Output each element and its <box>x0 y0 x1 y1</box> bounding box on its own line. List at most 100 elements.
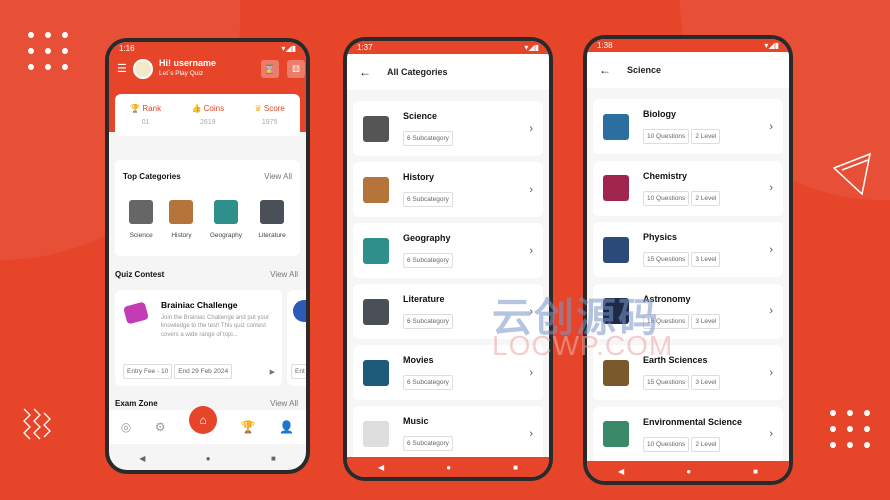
back-icon[interactable]: ◀ <box>378 463 384 472</box>
phone-home: 1:16 ▾◢▮ ☰ Hi! username Let`s Play Quiz ⌛… <box>105 38 310 474</box>
level-chip: 3 Level <box>691 375 721 390</box>
item-title: Music <box>403 416 429 426</box>
recents-icon[interactable]: ■ <box>271 454 276 463</box>
home-button-icon[interactable]: ● <box>686 467 691 476</box>
dots-decoration <box>28 32 68 70</box>
hourglass-icon[interactable]: ⌛ <box>261 60 279 78</box>
settings-icon[interactable]: ⚙ <box>155 420 166 434</box>
questions-chip: 10 Questions <box>643 190 690 206</box>
category-item[interactable]: Science <box>129 200 154 239</box>
list-item[interactable]: Environmental Science 10 Questions 2 Level… <box>593 406 783 462</box>
chevron-right-icon: › <box>529 183 533 196</box>
bottom-nav: ◎ ⚙ ⌂ 🏆 👤 <box>109 406 306 444</box>
subcategory-thumbnail <box>603 113 629 140</box>
system-nav: ◀ ● ■ <box>109 446 306 470</box>
entry-fee-chip: Ent <box>291 364 306 379</box>
watermark-url: LOCWP.COM <box>492 330 674 361</box>
chevron-right-icon: › <box>769 428 773 440</box>
category-label: History <box>171 232 192 239</box>
status-bar: 1:38 ▾◢▮ <box>587 39 789 52</box>
stat-score: ♛ Score 1975 <box>254 104 284 126</box>
category-item[interactable]: History <box>169 200 194 239</box>
view-all-link[interactable]: View All <box>270 270 298 279</box>
section-title: Quiz Contest <box>115 270 165 279</box>
questions-chip: 10 Questions <box>643 129 690 144</box>
category-item[interactable]: Geography <box>210 200 242 239</box>
coins-icon: 👍 <box>191 104 202 113</box>
stat-coins: 👍 Coins 2619 <box>191 104 224 126</box>
profile-icon[interactable]: 👤 <box>279 420 294 434</box>
level-chip: 2 Level <box>691 190 721 206</box>
stat-value: 1975 <box>261 119 278 126</box>
greeting: Hi! username <box>159 58 217 68</box>
entry-fee-chip: Entry Fee - 10 <box>123 364 173 379</box>
list-item[interactable]: Chemistry 10 Questions 2 Level › <box>593 160 783 216</box>
list-item[interactable]: History 6 Subcategory › <box>353 162 543 217</box>
triangle-decoration <box>832 152 872 196</box>
view-all-link[interactable]: View All <box>264 172 292 181</box>
phone-all-categories: 1:37 ▾◢▮ ← All Categories Science 6 Subcate… <box>343 37 553 481</box>
subcategory-chip: 6 Subcategory <box>403 314 453 329</box>
subcategory-thumbnail <box>603 236 629 263</box>
signal-icon: ▾◢▮ <box>281 44 296 53</box>
chevron-right-icon: › <box>529 427 533 440</box>
subcategory-chip: 6 Subcategory <box>403 253 453 268</box>
list-item[interactable]: Physics 15 Questions 3 Level › <box>593 222 783 277</box>
level-chip: 3 Level <box>691 252 721 267</box>
questions-chip: 15 Questions <box>643 375 690 390</box>
recents-icon[interactable]: ■ <box>513 463 518 472</box>
list-item[interactable]: Geography 6 Subcategory › <box>353 223 543 278</box>
chevron-right-icon: › <box>529 244 533 257</box>
back-icon[interactable]: ◀ <box>139 454 145 463</box>
compass-icon[interactable]: ◎ <box>121 420 131 434</box>
category-item[interactable]: Literature <box>258 200 286 239</box>
stat-value: 01 <box>141 119 150 126</box>
app-bar: ← Science <box>587 52 789 88</box>
view-all-link[interactable]: View All <box>270 399 298 408</box>
list-item[interactable]: Music 6 Subcategory › <box>353 406 543 461</box>
category-thumbnail <box>260 200 285 224</box>
app-bar: ← All Categories <box>347 54 549 90</box>
chevron-right-icon: › <box>529 366 533 379</box>
menu-icon[interactable]: ☰ <box>117 62 127 75</box>
recents-icon[interactable]: ■ <box>753 467 758 476</box>
back-arrow-icon[interactable]: ← <box>599 63 611 77</box>
stat-value: 2619 <box>199 119 216 126</box>
contest-description: Join the Brainiac Challenge and put your… <box>161 315 270 338</box>
contest-icon <box>293 300 306 322</box>
top-categories-card: Top Categories View All Science History Ge… <box>115 160 300 256</box>
item-title: Geography <box>403 233 451 243</box>
home-button-icon[interactable]: ● <box>446 463 451 472</box>
chevron-right-icon: › <box>529 122 533 135</box>
item-title: Biology <box>643 109 676 119</box>
signal-icon: ▾◢▮ <box>524 43 539 52</box>
category-thumbnail <box>363 115 389 142</box>
trophy-icon[interactable]: 🏆 <box>241 420 256 434</box>
item-title: Physics <box>643 232 678 242</box>
chevron-right-icon: › <box>769 243 773 256</box>
item-title: Chemistry <box>643 170 688 181</box>
back-icon[interactable]: ◀ <box>618 467 624 476</box>
subcategory-thumbnail <box>603 175 629 201</box>
item-title: Environmental Science <box>643 416 743 427</box>
contest-card[interactable]: Brainiac Challenge Join the Brainiac Cha… <box>115 290 282 386</box>
questions-chip: 15 Questions <box>643 252 690 267</box>
play-icon[interactable]: ▶ <box>270 368 275 376</box>
back-arrow-icon[interactable]: ← <box>359 65 371 79</box>
section-title: Exam Zone <box>115 399 158 408</box>
home-button-icon[interactable]: ● <box>206 454 211 463</box>
category-label: Science <box>129 232 153 239</box>
battle-icon[interactable]: ⚄ <box>287 60 305 78</box>
stat-rank: 🏆 Rank 01 <box>130 104 161 126</box>
home-icon[interactable]: ⌂ <box>189 406 218 434</box>
chevron-right-icon: › <box>769 182 773 194</box>
item-title: Science <box>403 111 438 121</box>
avatar[interactable] <box>133 59 153 79</box>
list-item[interactable]: Biology 10 Questions 2 Level › <box>593 99 783 154</box>
list-item[interactable]: Science 6 Subcategory › <box>353 101 543 156</box>
category-thumbnail <box>363 420 389 447</box>
subcategory-chip: 6 Subcategory <box>403 192 453 207</box>
contest-card-next[interactable]: Ent <box>287 290 306 386</box>
chevron-right-icon: › <box>769 366 773 379</box>
level-chip: 2 Level <box>691 436 721 452</box>
